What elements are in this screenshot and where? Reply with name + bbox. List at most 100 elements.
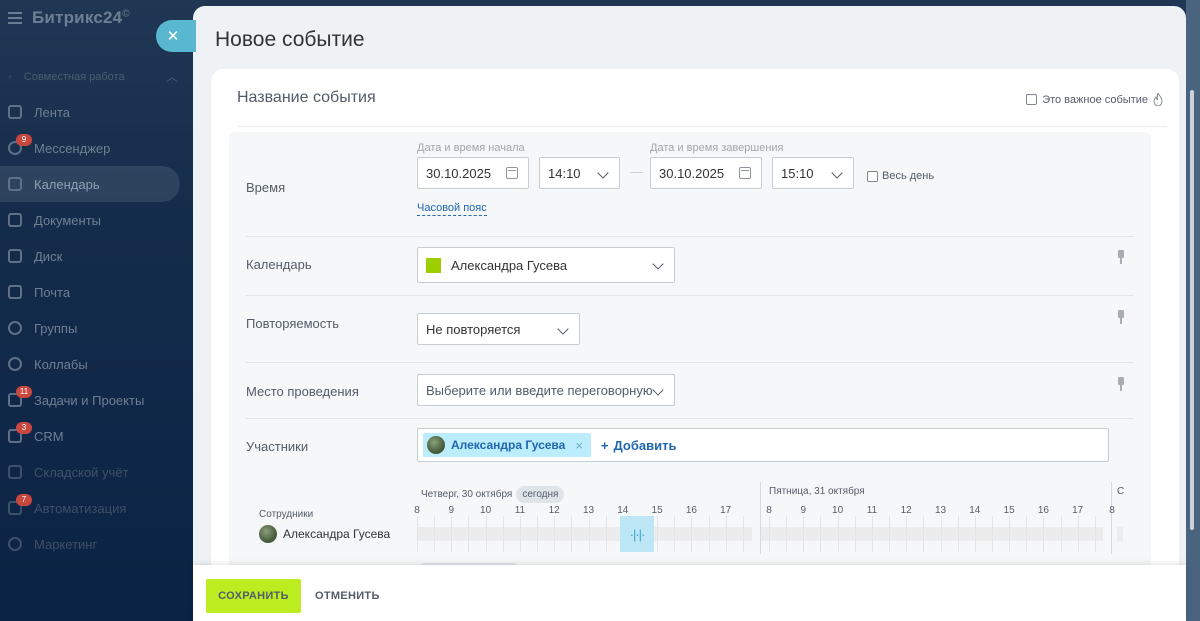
chevron-up-icon: ︿ <box>165 70 178 84</box>
pin-icon[interactable] <box>1117 377 1125 391</box>
grid-line <box>605 516 607 552</box>
end-time-select[interactable]: 15:10 <box>772 157 854 189</box>
add-attendee-button[interactable]: + Добавить <box>601 438 677 453</box>
grid-line <box>1077 516 1079 552</box>
calendar-icon[interactable] <box>506 167 518 179</box>
hour-label: 11 <box>866 505 878 516</box>
sidebar-item-calendar[interactable]: Календарь <box>0 166 180 202</box>
page-title: Новое событие <box>215 28 365 51</box>
hour-label: 14 <box>617 505 629 516</box>
sidebar-item-messenger[interactable]: 9 Мессенджер <box>0 130 192 166</box>
start-time-select[interactable]: 14:10 <box>539 157 620 189</box>
hour-label: 16 <box>1037 505 1049 516</box>
repeat-value: Не повторяется <box>426 321 521 337</box>
hour-label: 13 <box>934 505 947 516</box>
collab-icon <box>8 357 22 371</box>
sidebar-item-label: Документы <box>34 212 102 228</box>
timeline-day-3: С <box>1117 486 1124 497</box>
row-divider <box>246 295 1134 296</box>
sidebar-item-disk[interactable]: Диск <box>0 238 192 274</box>
menu-icon[interactable] <box>8 12 22 24</box>
sidebar-item-crm[interactable]: 3 CRM <box>0 418 192 454</box>
row-divider <box>246 236 1134 237</box>
menu-group-label: Совместная работа <box>23 70 125 83</box>
grid-line <box>725 516 727 552</box>
sidebar-item-label: Календарь <box>34 176 100 192</box>
day-divider <box>1111 482 1112 554</box>
allday-checkbox[interactable] <box>867 170 878 182</box>
sidebar-item-label: Коллабы <box>34 356 88 372</box>
counter-badge: 7 <box>16 494 32 506</box>
grid-line <box>674 516 676 552</box>
nav-list: Лента 9 Мессенджер Календарь Документы Ди… <box>0 94 192 562</box>
grid-line <box>786 516 788 552</box>
grid-line <box>769 516 770 552</box>
sidebar-item-label: Автоматизация <box>34 500 127 516</box>
grid-line <box>1043 516 1045 552</box>
start-date-field[interactable]: 30.10.2025 <box>417 157 529 189</box>
sidebar-item-tasks[interactable]: 11 Задачи и Проекты <box>0 382 192 418</box>
row-divider <box>246 362 1134 363</box>
calendar-icon <box>8 177 22 191</box>
sidebar-item-feed[interactable]: Лента <box>0 94 192 130</box>
grid-line <box>742 516 744 552</box>
calendar-icon[interactable] <box>739 167 751 179</box>
hour-label: 9 <box>800 505 807 516</box>
start-date-value: 30.10.2025 <box>426 165 492 181</box>
attendee-chip[interactable]: Александра Гусева × <box>423 433 591 457</box>
drag-handle-icon[interactable]: ·|·|· <box>630 527 646 542</box>
important-checkbox[interactable] <box>1026 94 1038 105</box>
close-icon: ✕ <box>166 28 180 45</box>
sidebar-item-marketing[interactable]: Маркетинг <box>0 526 192 562</box>
grid-line <box>803 516 805 552</box>
page-scrollbar[interactable] <box>1186 0 1200 621</box>
hour-label: 15 <box>1003 505 1015 516</box>
timezone-link[interactable]: Часовой пояс <box>417 202 487 216</box>
pin-icon[interactable] <box>1117 250 1125 264</box>
sidebar-item-automation[interactable]: 7 Автоматизация <box>0 490 192 526</box>
timeline-selection[interactable]: ·|·|· <box>620 516 654 552</box>
sidebar-item-documents[interactable]: Документы <box>0 202 192 238</box>
close-slider-button[interactable]: ✕ <box>156 20 196 52</box>
important-toggle[interactable]: Это важное событие <box>1026 93 1163 106</box>
sidebar-item-label: Складской учёт <box>34 464 129 480</box>
sidebar-item-mail[interactable]: Почта <box>0 274 192 310</box>
attendees-field[interactable]: Александра Гусева × + Добавить <box>417 428 1109 462</box>
event-name-input[interactable]: Название события <box>237 89 376 107</box>
grid-line <box>991 516 993 552</box>
form-footer: СОХРАНИТЬ ОТМЕНИТЬ <box>193 565 1186 621</box>
timeline-day-2: Пятница, 31 октября <box>769 486 865 497</box>
fire-icon <box>1153 93 1163 106</box>
sidebar-item-collabs[interactable]: Коллабы <box>0 346 192 382</box>
avatar <box>427 436 445 454</box>
grid-line <box>502 516 504 552</box>
grid-line <box>468 516 470 552</box>
sidebar-item-groups[interactable]: Группы <box>0 310 192 346</box>
logo[interactable]: Битрикс24© <box>32 8 130 28</box>
grid-line <box>906 516 908 552</box>
repeat-select[interactable]: Не повторяется <box>417 313 580 345</box>
grid-line <box>837 516 839 552</box>
timeline-grid-day-1[interactable] <box>417 516 752 552</box>
allday-toggle[interactable]: Весь день <box>867 170 934 182</box>
calendar-label: Календарь <box>246 257 312 272</box>
grid-line <box>537 516 539 552</box>
grid-line <box>1026 516 1028 552</box>
grid-line <box>519 516 521 552</box>
calendar-select[interactable]: Александра Гусева <box>417 247 675 283</box>
pin-icon[interactable] <box>1117 310 1125 324</box>
repeat-label: Повторяемость <box>246 316 339 331</box>
sidebar-item-label: Мессенджер <box>34 140 111 156</box>
busy-strip <box>761 527 1103 541</box>
disk-icon <box>8 249 22 263</box>
sidebar-item-inventory[interactable]: Складской учёт <box>0 454 192 490</box>
end-caption: Дата и время завершения <box>650 142 784 154</box>
row-divider <box>246 418 1134 419</box>
timeline-grid-day-2[interactable] <box>761 516 1103 552</box>
save-button[interactable]: СОХРАНИТЬ <box>206 579 301 613</box>
location-select[interactable]: Выберите или введите переговорную <box>417 374 675 406</box>
remove-icon[interactable]: × <box>575 438 583 453</box>
cancel-button[interactable]: ОТМЕНИТЬ <box>315 579 380 613</box>
end-date-field[interactable]: 30.10.2025 <box>650 157 762 189</box>
menu-group-header[interactable]: ◦ Совместная работа ︿ <box>8 68 178 85</box>
